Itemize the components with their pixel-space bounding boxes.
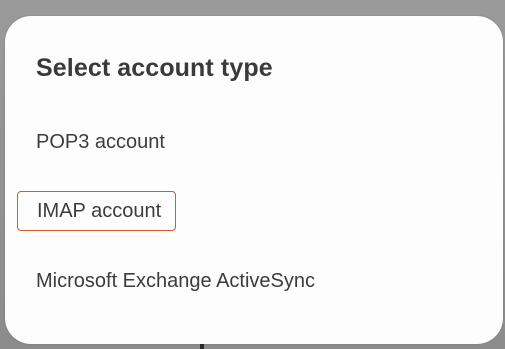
option-imap-account[interactable]: IMAP account — [17, 191, 177, 231]
dialog-title: Select account type — [36, 54, 273, 82]
option-exchange-activesync[interactable]: Microsoft Exchange ActiveSync — [17, 261, 329, 301]
account-type-dialog: Select account type POP3 account IMAP ac… — [5, 16, 503, 344]
background-content-fragment — [200, 344, 204, 349]
option-pop3-account[interactable]: POP3 account — [17, 122, 179, 162]
